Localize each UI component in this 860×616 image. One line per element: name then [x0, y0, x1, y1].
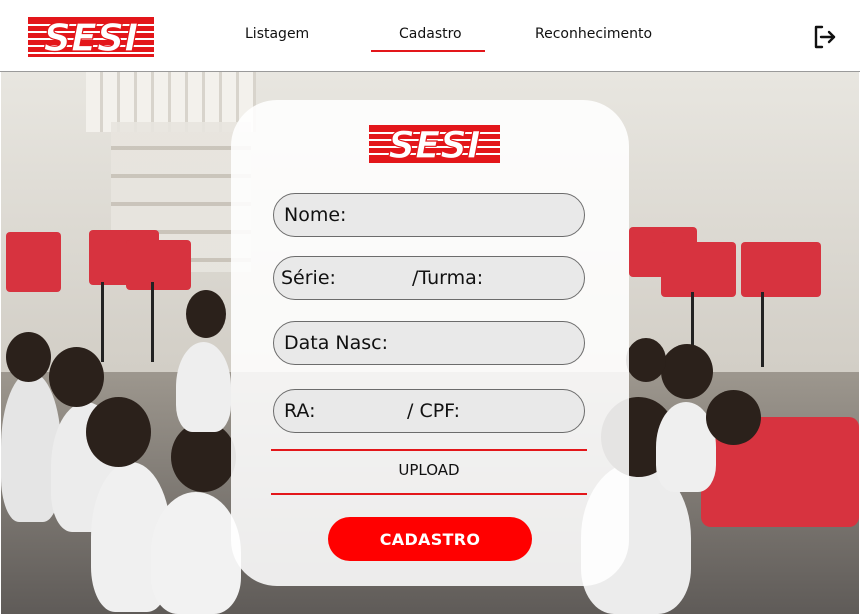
cadastro-submit-button[interactable]: CADASTRO [328, 517, 532, 561]
nav-item-reconhecimento[interactable]: Reconhecimento [535, 26, 652, 42]
cpf-label: / CPF: [407, 400, 461, 422]
top-navbar: SESI Listagem Cadastro Reconhecimento [0, 0, 860, 72]
ra-label: RA: [284, 400, 316, 422]
svg-text:SESI: SESI [44, 17, 139, 57]
serie-turma-field[interactable]: Série: /Turma: [273, 256, 585, 300]
active-tab-underline [371, 50, 485, 52]
nome-label: Nome: [284, 204, 347, 226]
nav-item-listagem[interactable]: Listagem [245, 26, 309, 42]
data-nasc-label: Data Nasc: [284, 332, 389, 354]
nome-field[interactable]: Nome: [273, 193, 585, 237]
nav-item-cadastro[interactable]: Cadastro [399, 26, 462, 42]
turma-label: /Turma: [412, 267, 484, 289]
serie-label: Série: [281, 267, 336, 289]
logout-icon[interactable] [812, 24, 838, 50]
data-nasc-field[interactable]: Data Nasc: [273, 321, 585, 365]
form-sesi-logo: SESI [369, 125, 500, 163]
sesi-logo[interactable]: SESI [28, 17, 154, 57]
upload-bottom-divider [271, 493, 587, 495]
upload-button[interactable]: UPLOAD [271, 461, 587, 479]
ra-cpf-field[interactable]: RA: / CPF: [273, 389, 585, 433]
upload-top-divider [271, 449, 587, 451]
svg-text:SESI: SESI [388, 125, 480, 163]
